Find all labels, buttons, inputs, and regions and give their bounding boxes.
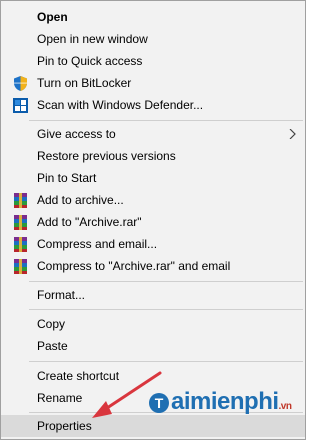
- svg-text:T: T: [155, 395, 164, 411]
- menu-item-restore-versions[interactable]: Restore previous versions: [1, 145, 305, 167]
- menu-item-add-archive-rar[interactable]: Add to "Archive.rar": [1, 211, 305, 233]
- menu-item-label: Turn on BitLocker: [37, 76, 132, 90]
- menu-item-create-shortcut[interactable]: Create shortcut: [1, 365, 305, 387]
- menu-item-label: Add to "Archive.rar": [37, 215, 142, 229]
- menu-item-label: Pin to Start: [37, 171, 97, 185]
- chevron-right-icon: [289, 129, 296, 139]
- menu-item-label: Paste: [37, 339, 68, 353]
- menu-separator: [29, 281, 303, 282]
- menu-item-label: Add to archive...: [37, 193, 124, 207]
- menu-item-label: Compress and email...: [37, 237, 158, 251]
- menu-item-open[interactable]: Open: [1, 6, 305, 28]
- menu-item-label: Open: [37, 10, 68, 24]
- watermark-logo-icon: T: [149, 393, 169, 413]
- menu-separator: [29, 361, 303, 362]
- winrar-icon: [14, 237, 27, 252]
- menu-item-scan-defender[interactable]: Scan with Windows Defender...: [1, 94, 305, 116]
- menu-separator: [29, 309, 303, 310]
- menu-item-give-access[interactable]: Give access to: [1, 123, 305, 145]
- menu-item-copy[interactable]: Copy: [1, 313, 305, 335]
- menu-item-open-new-window[interactable]: Open in new window: [1, 28, 305, 50]
- menu-item-compress-email[interactable]: Compress and email...: [1, 233, 305, 255]
- menu-item-label: Pin to Quick access: [37, 54, 143, 68]
- menu-item-add-archive[interactable]: Add to archive...: [1, 189, 305, 211]
- menu-item-label: Format...: [37, 288, 86, 302]
- watermark-text: aimienphi.vn: [171, 388, 292, 416]
- watermark-suffix: .vn: [278, 401, 292, 412]
- menu-item-label: Copy: [37, 317, 66, 331]
- menu-item-label: Create shortcut: [37, 369, 120, 383]
- menu-item-label: Restore previous versions: [37, 149, 176, 163]
- menu-separator: [29, 120, 303, 121]
- watermark-brand: aimienphi: [171, 388, 279, 415]
- menu-item-format[interactable]: Format...: [1, 284, 305, 306]
- context-menu: Open Open in new window Pin to Quick acc…: [0, 0, 306, 440]
- menu-item-compress-rar-email[interactable]: Compress to "Archive.rar" and email: [1, 255, 305, 277]
- menu-item-label: Scan with Windows Defender...: [37, 98, 204, 112]
- winrar-icon: [14, 193, 27, 208]
- menu-item-label: Give access to: [37, 127, 116, 141]
- menu-item-pin-start[interactable]: Pin to Start: [1, 167, 305, 189]
- menu-item-label: Rename: [37, 391, 83, 405]
- defender-icon: [13, 98, 28, 113]
- menu-item-properties[interactable]: Properties: [1, 415, 305, 437]
- menu-item-label: Properties: [37, 419, 92, 433]
- menu-item-label: Compress to "Archive.rar" and email: [37, 259, 231, 273]
- menu-item-paste[interactable]: Paste: [1, 335, 305, 357]
- menu-item-label: Open in new window: [37, 32, 148, 46]
- shield-icon: [14, 76, 27, 91]
- winrar-icon: [14, 215, 27, 230]
- winrar-icon: [14, 259, 27, 274]
- menu-item-pin-quick-access[interactable]: Pin to Quick access: [1, 50, 305, 72]
- menu-item-bitlocker[interactable]: Turn on BitLocker: [1, 72, 305, 94]
